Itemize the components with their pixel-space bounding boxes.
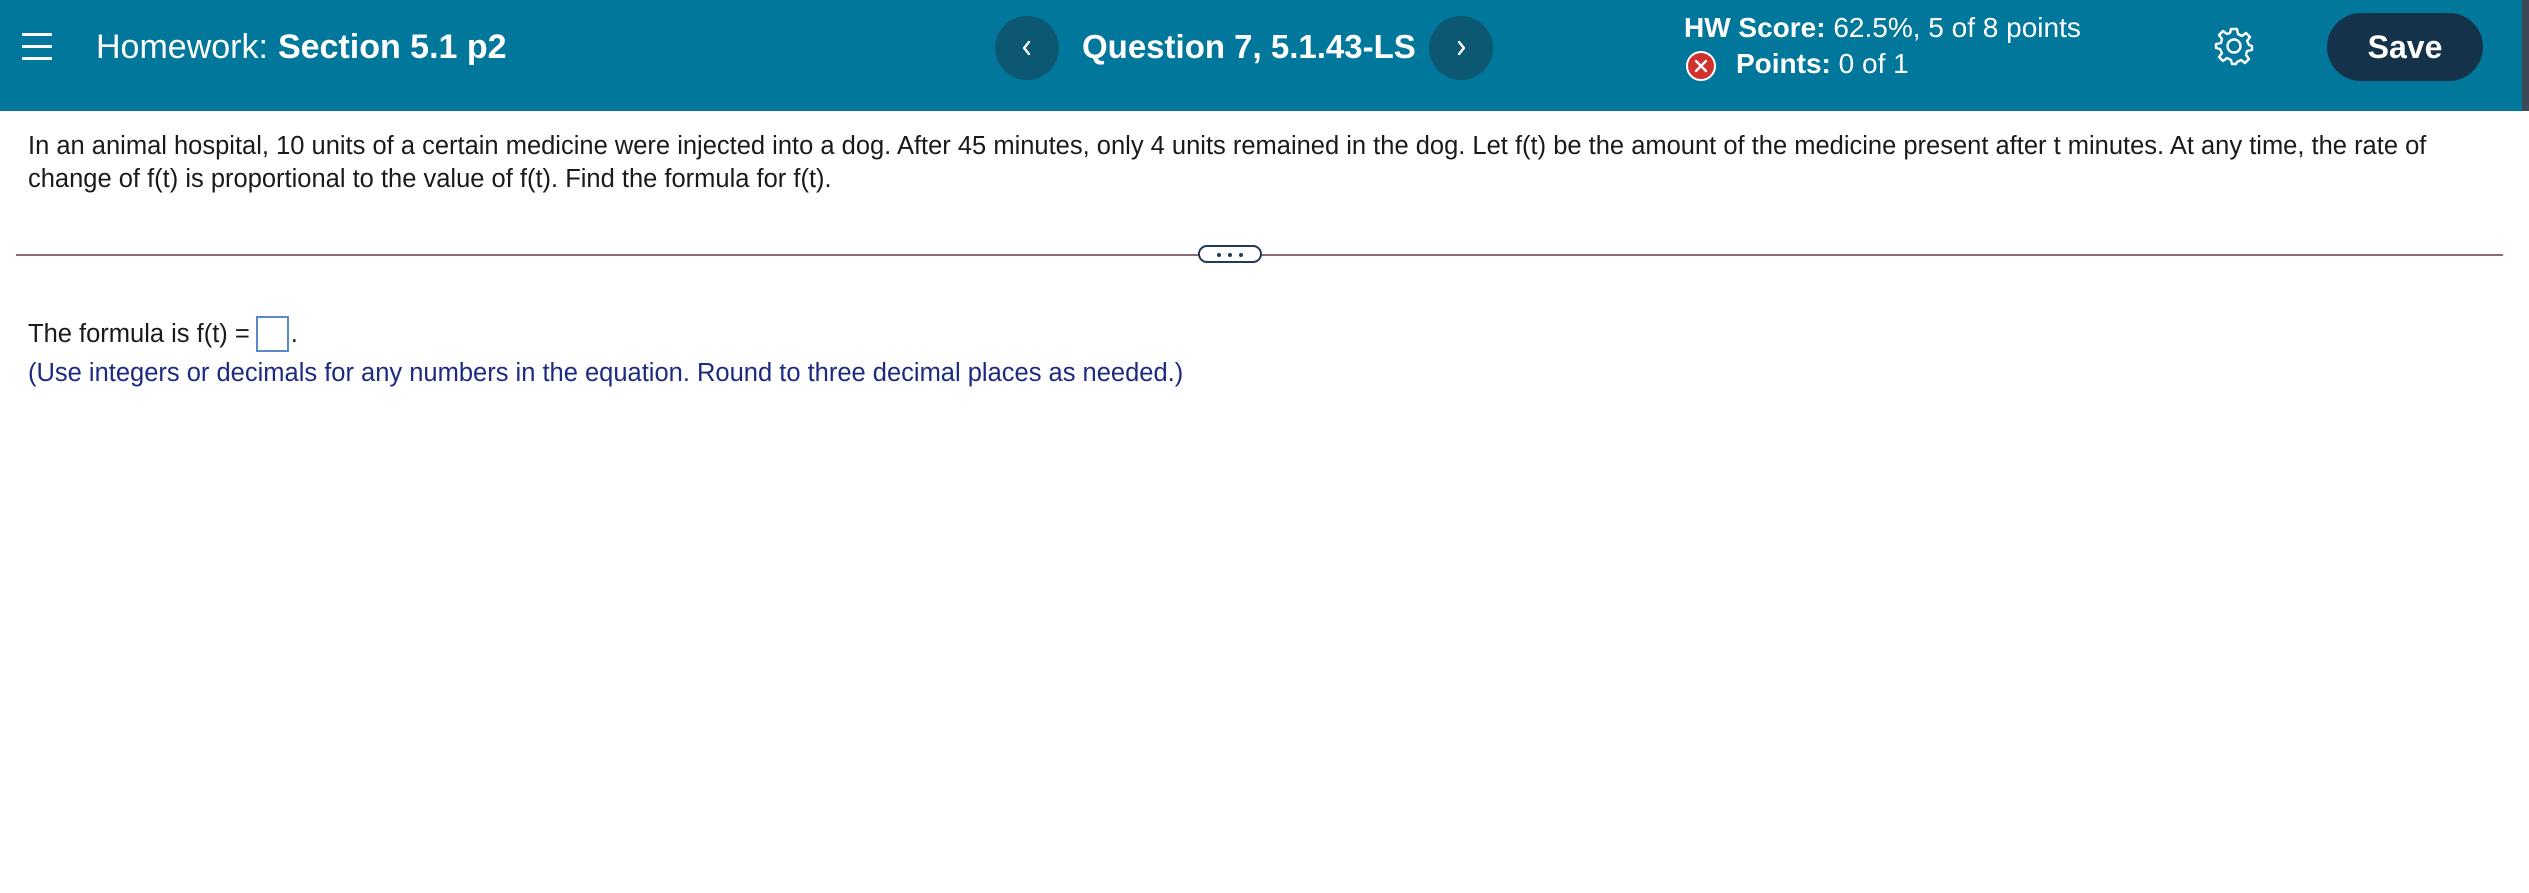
hw-score: HW Score: 62.5%, 5 of 8 points	[1684, 10, 2081, 46]
hw-score-label: HW Score:	[1684, 12, 1826, 43]
formula-answer-input[interactable]	[255, 316, 289, 352]
x-circle-icon	[1686, 51, 1716, 81]
question-text: In an animal hospital, 10 units of a cer…	[28, 132, 2427, 193]
score-summary: HW Score: 62.5%, 5 of 8 points Points: 0…	[1684, 10, 2081, 82]
next-question-button[interactable]	[1429, 16, 1493, 80]
homework-prefix: Homework:	[96, 28, 268, 66]
chevron-right-icon	[1457, 40, 1466, 56]
gear-icon[interactable]	[2214, 26, 2254, 66]
hw-score-value: 62.5%, 5 of 8 points	[1833, 12, 2081, 43]
question-title: Question 7, 5.1.43-LS	[1082, 28, 1416, 65]
points-label: Points:	[1736, 48, 1831, 79]
top-bar: Homework: Section 5.1 p2 Question 7, 5.1.…	[0, 0, 2522, 111]
previous-question-button[interactable]	[995, 16, 1059, 80]
homework-page: Homework: Section 5.1 p2 Question 7, 5.1.…	[0, 0, 2529, 893]
homework-title: Homework: Section 5.1 p2	[96, 25, 507, 69]
section-title: Section 5.1 p2	[277, 28, 507, 66]
save-button[interactable]: Save	[2327, 13, 2483, 81]
answer-hint: (Use integers or decimals for any number…	[28, 359, 1184, 387]
points: Points: 0 of 1	[1684, 46, 2081, 82]
chevron-left-icon	[1022, 40, 1031, 56]
answer-prompt: The formula is f(t) =	[28, 320, 250, 348]
points-value: 0 of 1	[1838, 48, 1909, 79]
scrollbar-edge	[2522, 0, 2529, 111]
answer-period: .	[290, 320, 298, 348]
answer-line: The formula is f(t) = .	[28, 316, 298, 352]
hamburger-menu-icon[interactable]	[22, 33, 52, 60]
expand-more-button[interactable]	[1198, 245, 1262, 263]
